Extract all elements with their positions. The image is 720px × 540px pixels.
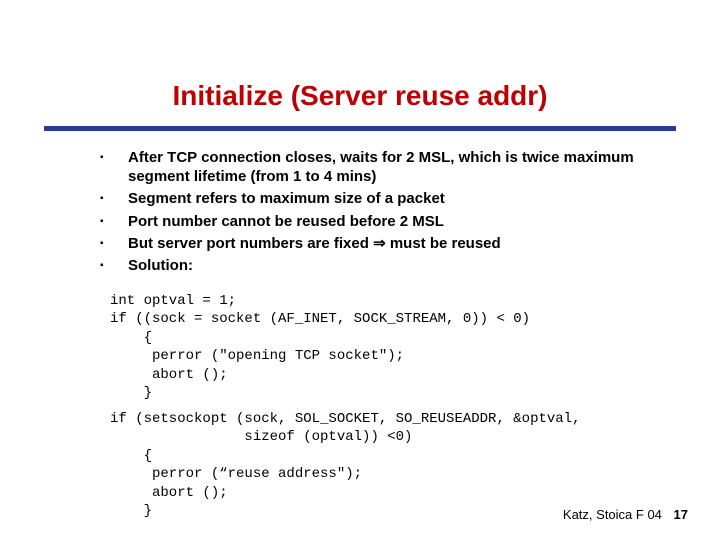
bullet-text: After TCP connection closes, waits for 2…	[128, 148, 650, 186]
list-item: ▪ After TCP connection closes, waits for…	[100, 148, 650, 186]
list-item: ▪ Port number cannot be reused before 2 …	[100, 212, 650, 231]
bullet-text: But server port numbers are fixed ⇒ must…	[128, 234, 650, 253]
bullet-text: Segment refers to maximum size of a pack…	[128, 189, 650, 208]
bullet-icon: ▪	[100, 189, 128, 208]
list-item: ▪ Solution:	[100, 256, 650, 275]
bullet-list: ▪ After TCP connection closes, waits for…	[100, 148, 650, 278]
list-item: ▪ But server port numbers are fixed ⇒ mu…	[100, 234, 650, 253]
bullet-icon: ▪	[100, 212, 128, 231]
bullet-text-part: must be reused	[386, 235, 501, 252]
title-underline	[44, 126, 676, 131]
bullet-icon: ▪	[100, 234, 128, 253]
bullet-text: Solution:	[128, 256, 650, 275]
code-block-1: int optval = 1; if ((sock = socket (AF_I…	[110, 292, 650, 403]
slide: Initialize (Server reuse addr) ▪ After T…	[0, 0, 720, 540]
implies-arrow-icon: ⇒	[373, 235, 386, 252]
slide-footer: Katz, Stoica F 04 17	[563, 507, 688, 522]
bullet-text: Port number cannot be reused before 2 MS…	[128, 212, 650, 231]
list-item: ▪ Segment refers to maximum size of a pa…	[100, 189, 650, 208]
footer-credit: Katz, Stoica F 04	[563, 507, 662, 522]
code-block-2: if (setsockopt (sock, SOL_SOCKET, SO_REU…	[110, 410, 650, 521]
bullet-icon: ▪	[100, 148, 128, 186]
page-number: 17	[674, 507, 688, 522]
bullet-text-part: But server port numbers are fixed	[128, 235, 373, 252]
slide-title: Initialize (Server reuse addr)	[0, 80, 720, 112]
bullet-icon: ▪	[100, 256, 128, 275]
